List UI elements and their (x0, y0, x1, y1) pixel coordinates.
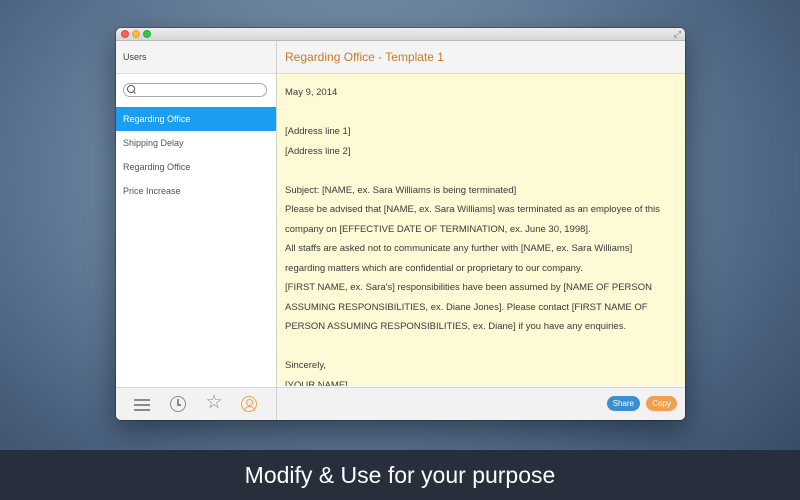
main-panel: Regarding Office - Template 1 May 9, 201… (277, 41, 685, 420)
menu-icon[interactable] (134, 396, 150, 412)
list-item[interactable]: Regarding Office (116, 107, 276, 131)
star-icon[interactable]: ☆ (204, 393, 224, 413)
document-line: May 9, 2014 (285, 87, 338, 98)
close-window-button[interactable] (121, 30, 129, 38)
document-line: company on [EFFECTIVE DATE OF TERMINATIO… (285, 223, 591, 235)
app-window: ⤢ Users Regarding Office Shipping Delay … (116, 28, 685, 420)
document-line: Please be advised that [NAME, ex. Sara W… (285, 204, 660, 215)
document-line: All staffs are asked not to communicate … (285, 243, 633, 254)
document-line: Subject: [NAME, ex. Sara Williams is bei… (285, 184, 517, 196)
clock-icon[interactable] (170, 396, 186, 412)
document-line: regarding matters which are confidential… (285, 262, 583, 274)
document-line: Sincerely, (285, 360, 327, 371)
title-bar[interactable]: ⤢ (116, 28, 685, 41)
document-text[interactable]: May 9, 2014 [Address line 1] [Address line… (277, 74, 685, 386)
document-title: Regarding Office - Template 1 (277, 41, 685, 74)
sidebar-title: Users (116, 41, 276, 74)
caption-banner: Modify & Use for your purpose (0, 450, 800, 500)
list-item[interactable]: Shipping Delay (116, 131, 276, 155)
document-toolbar: Share Copy (277, 387, 685, 420)
zoom-window-button[interactable] (143, 30, 151, 38)
document-editor[interactable]: May 9, 2014 [Address line 1] [Address line… (277, 74, 685, 386)
document-line: [Address line 2] (285, 145, 351, 157)
copy-button[interactable]: Copy (646, 396, 677, 411)
search-input[interactable] (136, 84, 262, 96)
search-icon (127, 85, 135, 93)
list-item[interactable]: Price Increase (116, 179, 276, 203)
document-line: [Address line 1] (285, 126, 351, 137)
document-line: ASSUMING RESPONSIBILITIES, ex. Diane Jon… (285, 301, 648, 313)
share-button[interactable]: Share (606, 396, 640, 411)
sidebar: Users Regarding Office Shipping Delay Re… (116, 41, 277, 420)
template-list: Regarding Office Shipping Delay Regardin… (116, 107, 276, 203)
user-icon[interactable] (241, 396, 257, 412)
document-line: PERSON ASSUMING RESPONSIBILITIES, ex. Di… (285, 321, 627, 332)
fullscreen-icon[interactable]: ⤢ (674, 29, 681, 39)
document-line: [YOUR NAME] (285, 379, 348, 387)
document-line: [FIRST NAME, ex. Sara's] responsibilitie… (285, 282, 652, 293)
search-field[interactable] (123, 83, 267, 97)
minimize-window-button[interactable] (132, 30, 140, 38)
sidebar-toolbar: ☆ (116, 387, 276, 420)
list-item[interactable]: Regarding Office (116, 155, 276, 179)
